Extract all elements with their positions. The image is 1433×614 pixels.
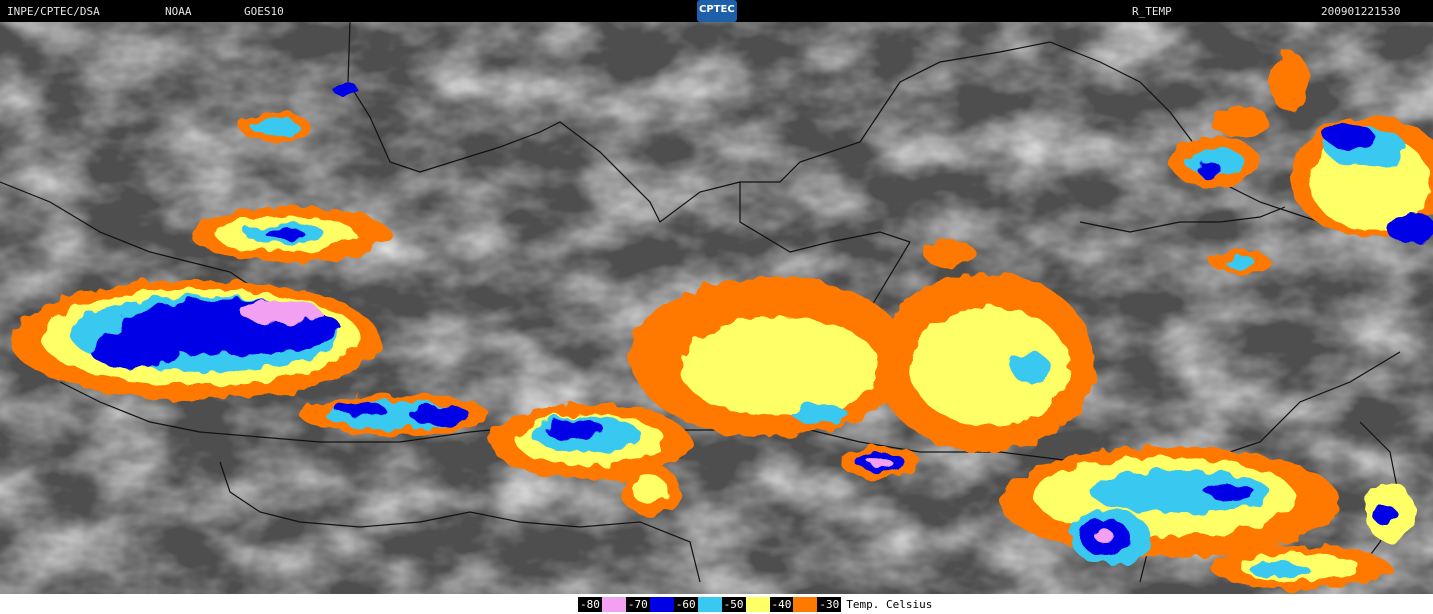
header-bar: INPE/CPTEC/DSA NOAA GOES10 CPTEC R_TEMP …	[0, 0, 1433, 22]
satellite-label: GOES10	[244, 5, 284, 18]
legend-swatch-70	[649, 597, 674, 612]
satellite-map-svg	[0, 22, 1433, 594]
temperature-legend: -80 -70 -60 -50 -40 -30 Temp. Celsius	[578, 597, 932, 612]
source-label: INPE/CPTEC/DSA	[7, 5, 100, 18]
product-label: R_TEMP	[1132, 5, 1172, 18]
legend-swatch-80	[601, 597, 626, 612]
legend-label-60: -60	[673, 597, 698, 612]
satellite-image	[0, 22, 1433, 594]
legend-label-30: -30	[817, 597, 842, 612]
legend-label-50: -50	[721, 597, 746, 612]
timestamp-label: 200901221530	[1321, 5, 1401, 18]
legend-label-70: -70	[625, 597, 650, 612]
legend-label-40: -40	[769, 597, 794, 612]
legend-swatch-60	[697, 597, 722, 612]
legend-swatch-40	[793, 597, 818, 612]
cptec-logo: CPTEC	[697, 0, 737, 22]
agency-label: NOAA	[165, 5, 192, 18]
cloud-system-west	[10, 280, 380, 400]
legend-label-80: -80	[578, 597, 602, 612]
legend-unit: Temp. Celsius	[846, 598, 933, 611]
legend-swatch-50	[745, 597, 770, 612]
logo-text: CPTEC	[699, 4, 735, 15]
